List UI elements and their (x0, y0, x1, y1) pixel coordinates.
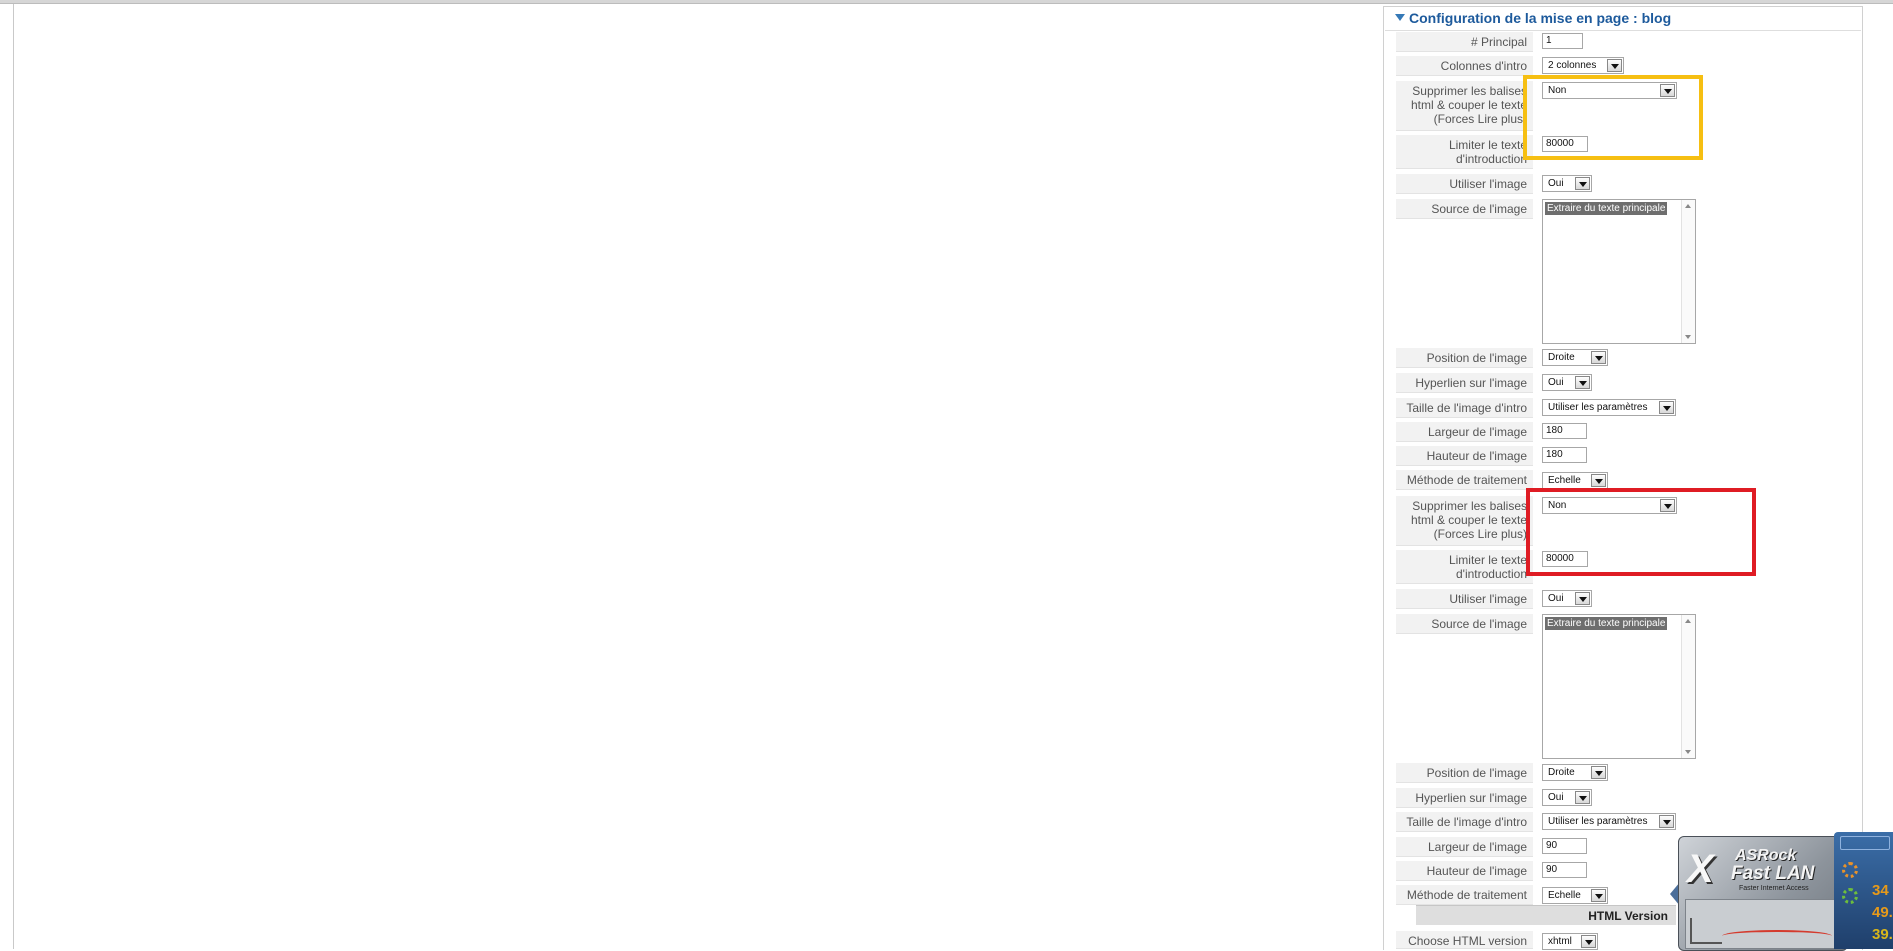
row-label: Supprimer les balises html & couper le t… (1396, 496, 1533, 546)
yellow-highlight-box (1523, 75, 1703, 160)
source-image-list-2[interactable]: Extraire du texte principale (1542, 614, 1696, 759)
row-label: # Principal (1396, 32, 1533, 52)
hyperlien-select-1[interactable]: Oui (1542, 374, 1592, 391)
scroll-down-icon[interactable] (1685, 750, 1691, 754)
list-option-selected[interactable]: Extraire du texte principale (1545, 202, 1668, 215)
row-label: Largeur de l'image (1396, 422, 1533, 442)
row-label: Hauteur de l'image (1396, 861, 1533, 881)
taille-image-select-2[interactable]: Utiliser les paramètres (1542, 813, 1676, 830)
row-label: Méthode de traitement (1396, 885, 1533, 905)
source-image-list-1[interactable]: Extraire du texte principale (1542, 199, 1696, 344)
utiliser-image-select-1[interactable]: Oui (1542, 175, 1592, 192)
traffic-graph (1685, 899, 1839, 949)
chevron-down-icon[interactable] (1659, 401, 1674, 414)
widget-tagline: Faster Internet Access (1739, 885, 1809, 892)
row-label: Utiliser l'image (1396, 589, 1533, 609)
row-label: Supprimer les balises html & couper le t… (1396, 81, 1533, 131)
hauteur-input-2[interactable]: 90 (1542, 862, 1587, 878)
principal-input[interactable]: 1 (1542, 33, 1583, 49)
position-image-select-1[interactable]: Droite (1542, 349, 1608, 366)
chevron-down-icon[interactable] (1575, 177, 1590, 190)
chevron-down-icon[interactable] (1591, 889, 1606, 902)
collapse-triangle-icon[interactable] (1395, 14, 1405, 21)
row-label: Méthode de traitement (1396, 470, 1533, 490)
scroll-up-icon[interactable] (1685, 204, 1691, 208)
scroll-down-icon[interactable] (1685, 335, 1691, 339)
chevron-down-icon[interactable] (1575, 376, 1590, 389)
chevron-down-icon[interactable] (1607, 59, 1622, 72)
panel-title: Configuration de la mise en page : blog (1409, 10, 1672, 26)
row-label: Limiter le texte d'introduction (1396, 135, 1533, 169)
xfast-lan-widget[interactable]: X ASRock Fast LAN Faster Internet Access… (1670, 832, 1893, 951)
taille-image-select-1[interactable]: Utiliser les paramètres (1542, 399, 1676, 416)
row-label: Utiliser l'image (1396, 174, 1533, 194)
chevron-down-icon[interactable] (1659, 815, 1674, 828)
row-label: Source de l'image (1396, 199, 1533, 219)
top-border (0, 0, 1893, 4)
html-version-section-header: HTML Version (1416, 905, 1676, 925)
status-dot-icon (1842, 862, 1858, 878)
methode-select-2[interactable]: Echelle (1542, 887, 1608, 904)
red-highlight-box (1526, 488, 1756, 576)
xfast-x-logo: X (1687, 847, 1714, 891)
position-image-select-2[interactable]: Droite (1542, 764, 1608, 781)
row-label: Position de l'image (1396, 348, 1533, 368)
list-option-selected[interactable]: Extraire du texte principale (1545, 617, 1668, 630)
methode-select-1[interactable]: Echelle (1542, 472, 1608, 489)
row-label: Largeur de l'image (1396, 837, 1533, 857)
row-label: Limiter le texte d'introduction (1396, 550, 1533, 584)
readout-value: 49.0 (1872, 904, 1893, 921)
widget-product-name: Fast LAN (1731, 863, 1815, 884)
scroll-up-icon[interactable] (1685, 619, 1691, 623)
bar-graph-icon (1690, 918, 1722, 944)
panel-header[interactable]: Configuration de la mise en page : blog (1385, 8, 1861, 31)
row-label: Choose HTML version (1396, 931, 1533, 949)
chevron-down-icon[interactable] (1581, 935, 1596, 948)
html-version-select[interactable]: xhtml (1542, 933, 1598, 950)
hyperlien-select-2[interactable]: Oui (1542, 789, 1592, 806)
traffic-line (1722, 930, 1832, 942)
hauteur-input-1[interactable]: 180 (1542, 447, 1587, 463)
row-label: Source de l'image (1396, 614, 1533, 634)
largeur-input-2[interactable]: 90 (1542, 838, 1587, 854)
list-scrollbar[interactable] (1681, 615, 1695, 758)
row-label: Hyperlien sur l'image (1396, 788, 1533, 808)
left-border (13, 4, 14, 949)
row-label: Hyperlien sur l'image (1396, 373, 1533, 393)
largeur-input-1[interactable]: 180 (1542, 423, 1587, 439)
row-label: Taille de l'image d'intro (1396, 812, 1533, 832)
chevron-down-icon[interactable] (1575, 592, 1590, 605)
row-label: Colonnes d'intro (1396, 56, 1533, 76)
row-label: Position de l'image (1396, 763, 1533, 783)
widget-menu-icon[interactable] (1840, 836, 1890, 850)
status-dot-icon (1842, 888, 1858, 904)
colonnes-select[interactable]: 2 colonnes (1542, 57, 1624, 74)
row-label: Hauteur de l'image (1396, 446, 1533, 466)
chevron-down-icon[interactable] (1575, 791, 1590, 804)
list-scrollbar[interactable] (1681, 200, 1695, 343)
widget-body: X ASRock Fast LAN Faster Internet Access (1678, 836, 1848, 951)
chevron-down-icon[interactable] (1591, 474, 1606, 487)
readout-value: 34 (1872, 882, 1889, 899)
readout-value: 39.0 (1872, 926, 1893, 943)
utiliser-image-select-2[interactable]: Oui (1542, 590, 1592, 607)
widget-side-panel: 34 49.0 39.0 (1834, 832, 1893, 949)
chevron-down-icon[interactable] (1591, 351, 1606, 364)
chevron-down-icon[interactable] (1591, 766, 1606, 779)
row-label: Taille de l'image d'intro (1396, 398, 1533, 418)
